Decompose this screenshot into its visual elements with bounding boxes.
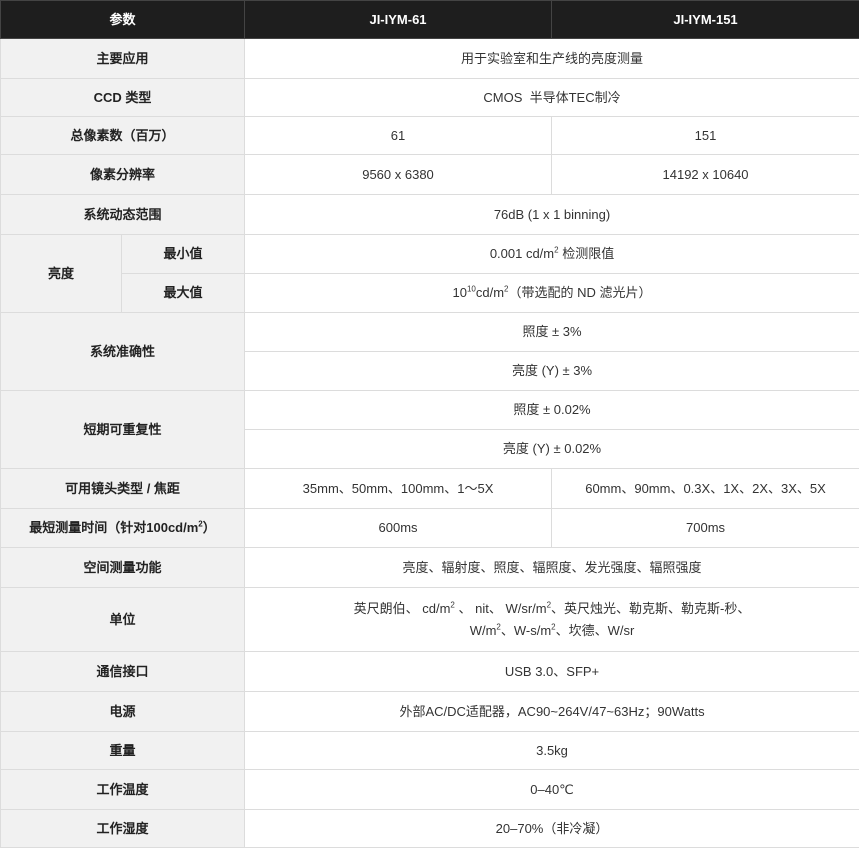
table-row: 重量 3.5kg	[1, 732, 859, 770]
spec-table: 参数 JI-IYM-61 JI-IYM-151 主要应用 用于实验室和生产线的亮…	[0, 0, 859, 848]
text: W/m	[470, 623, 497, 638]
table-row: CCD 类型 CMOS 半导体TEC制冷	[1, 79, 859, 117]
table-row: 空间测量功能 亮度、辐射度、照度、辐照度、发光强度、辐照强度	[1, 548, 859, 588]
text: 0.001 cd/m	[490, 246, 554, 261]
row-value: 用于实验室和生产线的亮度测量	[245, 39, 859, 79]
row-value: 外部AC/DC适配器，AC90~264V/47~63Hz；90Watts	[245, 692, 859, 732]
row-value-a: 61	[245, 117, 552, 155]
row-value-a: 600ms	[245, 509, 552, 548]
row-value: CMOS 半导体TEC制冷	[245, 79, 859, 117]
row-value-a: 35mm、50mm、100mm、1～5X	[245, 469, 552, 509]
row-label: 工作温度	[1, 770, 245, 810]
units-line-2: W/m2、W-s/m2、坎德、W/sr	[251, 620, 853, 642]
row-label: 像素分辨率	[1, 155, 245, 195]
row-value: 亮度 (Y) ± 3%	[245, 352, 859, 391]
row-label: 最短测量时间（针对100cd/m2）	[1, 509, 245, 548]
table-row: 系统准确性 照度 ± 3%	[1, 313, 859, 352]
row-sublabel-min: 最小值	[122, 235, 245, 274]
row-value: 照度 ± 0.02%	[245, 391, 859, 430]
text: （带选配的 ND 滤光片）	[509, 285, 652, 300]
text: 、坎德、W/sr	[556, 623, 635, 638]
row-value-b: 151	[552, 117, 859, 155]
row-label: 重量	[1, 732, 245, 770]
row-value-b: 14192 x 10640	[552, 155, 859, 195]
table-row: 总像素数（百万） 61 151	[1, 117, 859, 155]
row-label: 可用镜头类型 / 焦距	[1, 469, 245, 509]
row-label: 系统动态范围	[1, 195, 245, 235]
row-value-b: 60mm、90mm、0.3X、1X、2X、3X、5X	[552, 469, 859, 509]
table-row: 系统动态范围 76dB (1 x 1 binning)	[1, 195, 859, 235]
row-label: 主要应用	[1, 39, 245, 79]
row-label: 电源	[1, 692, 245, 732]
row-value-units: 英尺朗伯、 cd/m2 、 nit、 W/sr/m2、英尺烛光、勒克斯、勒克斯-…	[245, 588, 859, 652]
header-param: 参数	[1, 1, 245, 39]
table-row: 像素分辨率 9560 x 6380 14192 x 10640	[1, 155, 859, 195]
text: ）	[203, 520, 216, 535]
table-row: 短期可重复性 照度 ± 0.02%	[1, 391, 859, 430]
row-value: 0–40℃	[245, 770, 859, 810]
text: 10	[453, 285, 467, 300]
table-row: 单位 英尺朗伯、 cd/m2 、 nit、 W/sr/m2、英尺烛光、勒克斯、勒…	[1, 588, 859, 652]
text: 、W-s/m	[501, 623, 551, 638]
row-label: 系统准确性	[1, 313, 245, 391]
table-row: 亮度 最小值 0.001 cd/m2 检测限值	[1, 235, 859, 274]
text: 检测限值	[559, 246, 615, 261]
row-label: 短期可重复性	[1, 391, 245, 469]
table-row: 最短测量时间（针对100cd/m2） 600ms 700ms	[1, 509, 859, 548]
row-label-luminance: 亮度	[1, 235, 122, 313]
table-header-row: 参数 JI-IYM-61 JI-IYM-151	[1, 1, 859, 39]
row-value: USB 3.0、SFP+	[245, 652, 859, 692]
text: 、英尺烛光、勒克斯、勒克斯-秒、	[551, 601, 750, 616]
superscript: 10	[467, 285, 476, 294]
table-row: 主要应用 用于实验室和生产线的亮度测量	[1, 39, 859, 79]
header-model-a: JI-IYM-61	[245, 1, 552, 39]
row-value: 76dB (1 x 1 binning)	[245, 195, 859, 235]
row-sublabel-max: 最大值	[122, 274, 245, 313]
table-row: 工作温度 0–40℃	[1, 770, 859, 810]
text: cd/m	[476, 285, 504, 300]
text: 英尺朗伯、 cd/m	[354, 601, 451, 616]
row-value-max: 1010cd/m2（带选配的 ND 滤光片）	[245, 274, 859, 313]
row-label: 通信接口	[1, 652, 245, 692]
row-value-b: 700ms	[552, 509, 859, 548]
text: 、 nit、 W/sr/m	[455, 601, 547, 616]
row-value: 亮度、辐射度、照度、辐照度、发光强度、辐照强度	[245, 548, 859, 588]
table-row: 电源 外部AC/DC适配器，AC90~264V/47~63Hz；90Watts	[1, 692, 859, 732]
row-label: 单位	[1, 588, 245, 652]
table-row: 工作湿度 20–70%（非冷凝）	[1, 810, 859, 848]
row-value: 20–70%（非冷凝）	[245, 810, 859, 848]
units-line-1: 英尺朗伯、 cd/m2 、 nit、 W/sr/m2、英尺烛光、勒克斯、勒克斯-…	[251, 598, 853, 620]
row-label: 总像素数（百万）	[1, 117, 245, 155]
row-label: CCD 类型	[1, 79, 245, 117]
row-value-min: 0.001 cd/m2 检测限值	[245, 235, 859, 274]
text: 最短测量时间（针对100cd/m	[29, 520, 198, 535]
row-value-a: 9560 x 6380	[245, 155, 552, 195]
table-row: 可用镜头类型 / 焦距 35mm、50mm、100mm、1～5X 60mm、90…	[1, 469, 859, 509]
row-value: 亮度 (Y) ± 0.02%	[245, 430, 859, 469]
table-row: 通信接口 USB 3.0、SFP+	[1, 652, 859, 692]
table-row: 最大值 1010cd/m2（带选配的 ND 滤光片）	[1, 274, 859, 313]
row-label: 工作湿度	[1, 810, 245, 848]
row-value: 照度 ± 3%	[245, 313, 859, 352]
row-value: 3.5kg	[245, 732, 859, 770]
row-label: 空间测量功能	[1, 548, 245, 588]
header-model-b: JI-IYM-151	[552, 1, 859, 39]
